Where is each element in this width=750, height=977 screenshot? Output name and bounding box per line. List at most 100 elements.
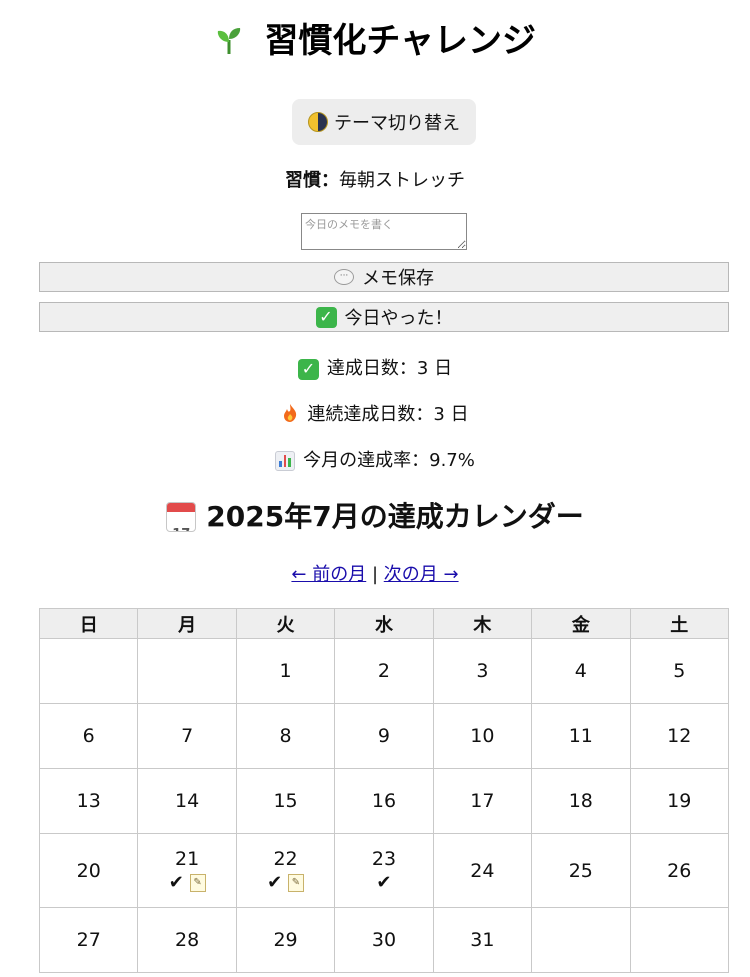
calendar-day-cell[interactable]: 11: [531, 703, 631, 769]
calendar-day-cell[interactable]: 3: [432, 638, 533, 704]
calendar-day-cell[interactable]: 4: [531, 638, 631, 704]
bar-chart-icon: [275, 451, 296, 471]
save-memo-label: メモ保存: [362, 268, 434, 289]
calendar-week-row: 13 14 15 16 17 18 19: [38, 768, 730, 834]
done-today-button[interactable]: ✓ 今日やった！: [39, 302, 729, 332]
day-number: 9: [377, 725, 391, 747]
calendar-day-cell[interactable]: 23 ✔: [334, 833, 434, 908]
done-check-icon: ✔: [168, 871, 184, 893]
calendar-day-cell[interactable]: 19: [629, 768, 730, 834]
day-number: 23: [371, 847, 397, 870]
weekday-header: 日: [38, 608, 139, 639]
done-today-label: 今日やった！: [344, 308, 453, 329]
streak-days-text: 連続達成日数：3 日: [307, 404, 469, 425]
done-check-icon: ✔: [376, 871, 392, 893]
streak-days-stat: 連続達成日数：3 日: [0, 401, 750, 429]
achieved-days-stat: ✓ 達成日数：3 日: [0, 355, 750, 383]
calendar-week-row: 20 21 ✔ ✎ 22 ✔ ✎ 23 ✔ 24 25 26: [38, 833, 730, 908]
day-number: 6: [82, 725, 95, 747]
calendar-day-cell[interactable]: 10: [432, 703, 533, 769]
day-number: 22: [273, 847, 298, 870]
day-number: 20: [76, 859, 101, 882]
day-number: 24: [470, 859, 495, 882]
habit-value: 毎朝ストレッチ: [339, 170, 465, 191]
day-number: 13: [76, 790, 101, 812]
weekday-header: 月: [137, 608, 237, 639]
day-number: 19: [667, 790, 692, 812]
speech-bubble-icon: ···: [334, 269, 354, 285]
calendar-day-cell[interactable]: 16: [334, 768, 434, 834]
day-number: 18: [568, 790, 593, 812]
calendar-body: 1 2 3 4 5 6 7 8 9 10 11 12 13 14 15 16 17 18 19 20 21 ✔ ✎ 22 ✔ …: [38, 638, 730, 973]
calendar-day-cell: [629, 907, 730, 973]
monthly-rate-stat: 今月の達成率：9.7%: [0, 447, 750, 475]
save-memo-button[interactable]: ··· メモ保存: [39, 262, 729, 292]
calendar-day-cell[interactable]: 28: [137, 907, 237, 973]
page-title-text: 習慣化チャレンジ: [264, 21, 537, 61]
calendar-day-cell[interactable]: 2: [334, 638, 434, 704]
calendar-day-cell[interactable]: 12: [629, 703, 730, 769]
calendar-day-cell[interactable]: 7: [137, 703, 237, 769]
calendar-day-cell[interactable]: 21 ✔ ✎: [137, 833, 237, 908]
next-month-link[interactable]: 次の月 →: [384, 564, 459, 585]
calendar-week-row: 27 28 29 30 31: [38, 907, 730, 973]
calendar-day-cell[interactable]: 9: [334, 703, 434, 769]
day-number: 1: [279, 660, 292, 682]
weekday-header: 土: [629, 608, 730, 639]
calendar-day-cell[interactable]: 8: [235, 703, 336, 769]
day-number: 27: [76, 929, 101, 951]
day-number: 8: [279, 725, 292, 747]
day-number: 25: [568, 859, 593, 882]
nav-separator: |: [366, 564, 384, 585]
habit-label: 習慣：: [285, 170, 339, 191]
calendar-week-row: 1 2 3 4 5: [38, 638, 730, 704]
calendar-day-cell[interactable]: 13: [38, 768, 139, 834]
moon-icon: [308, 112, 328, 132]
calendar-title-text: 2025年7月の達成カレンダー: [206, 500, 584, 533]
calendar-day-cell[interactable]: 20: [38, 833, 139, 908]
month-navigation: ← 前の月 | 次の月 →: [0, 562, 750, 588]
prev-month-link[interactable]: ← 前の月: [291, 564, 366, 585]
day-number: 10: [470, 725, 495, 747]
habit-app: 習慣化チャレンジ テーマ切り替え 習慣：毎朝ストレッチ ··· メモ保存 ✓ 今…: [0, 0, 750, 977]
theme-toggle-button[interactable]: テーマ切り替え: [292, 99, 476, 145]
check-mark-icon: ✓: [297, 358, 319, 380]
calendar-day-cell: [531, 907, 631, 973]
day-number: 2: [377, 660, 391, 682]
calendar-day-cell[interactable]: 26: [629, 833, 730, 908]
page-title: 習慣化チャレンジ: [0, 16, 750, 68]
calendar-day-cell[interactable]: 14: [137, 768, 237, 834]
day-number: 17: [470, 790, 495, 812]
fire-icon: [281, 401, 299, 429]
day-number: 4: [574, 660, 587, 682]
calendar-day-cell[interactable]: 27: [38, 907, 139, 973]
calendar-day-cell[interactable]: 30: [334, 907, 434, 973]
memo-note-icon: ✎: [287, 873, 304, 892]
calendar-day-cell[interactable]: 31: [432, 907, 533, 973]
calendar-day-cell[interactable]: 17: [432, 768, 533, 834]
calendar-day-cell[interactable]: 29: [235, 907, 336, 973]
calendar-icon: 17: [166, 502, 197, 532]
day-number: 31: [470, 929, 495, 951]
calendar-day-cell[interactable]: 18: [531, 768, 631, 834]
calendar-day-cell: [137, 638, 237, 704]
done-check-icon: ✔: [267, 871, 283, 893]
day-marks: ✔ ✎: [238, 872, 333, 894]
day-number: 26: [667, 859, 692, 882]
calendar-day-cell[interactable]: 24: [432, 833, 533, 908]
memo-note-icon: ✎: [189, 873, 206, 892]
day-number: 15: [273, 790, 298, 812]
calendar-day-cell[interactable]: 6: [38, 703, 139, 769]
calendar-day-cell[interactable]: 1: [235, 638, 336, 704]
calendar-day-cell[interactable]: 22 ✔ ✎: [235, 833, 336, 908]
check-mark-icon: ✓: [315, 306, 337, 328]
calendar-day-cell[interactable]: 15: [235, 768, 336, 834]
memo-input[interactable]: [301, 213, 467, 250]
calendar-day-cell[interactable]: 25: [531, 833, 631, 908]
theme-toggle-label: テーマ切り替え: [334, 113, 460, 134]
calendar-day-cell[interactable]: 5: [629, 638, 730, 704]
weekday-header: 木: [432, 608, 533, 639]
calendar-week-row: 6 7 8 9 10 11 12: [38, 703, 730, 769]
memo-wrapper: [301, 213, 467, 254]
weekday-header: 水: [334, 608, 434, 639]
